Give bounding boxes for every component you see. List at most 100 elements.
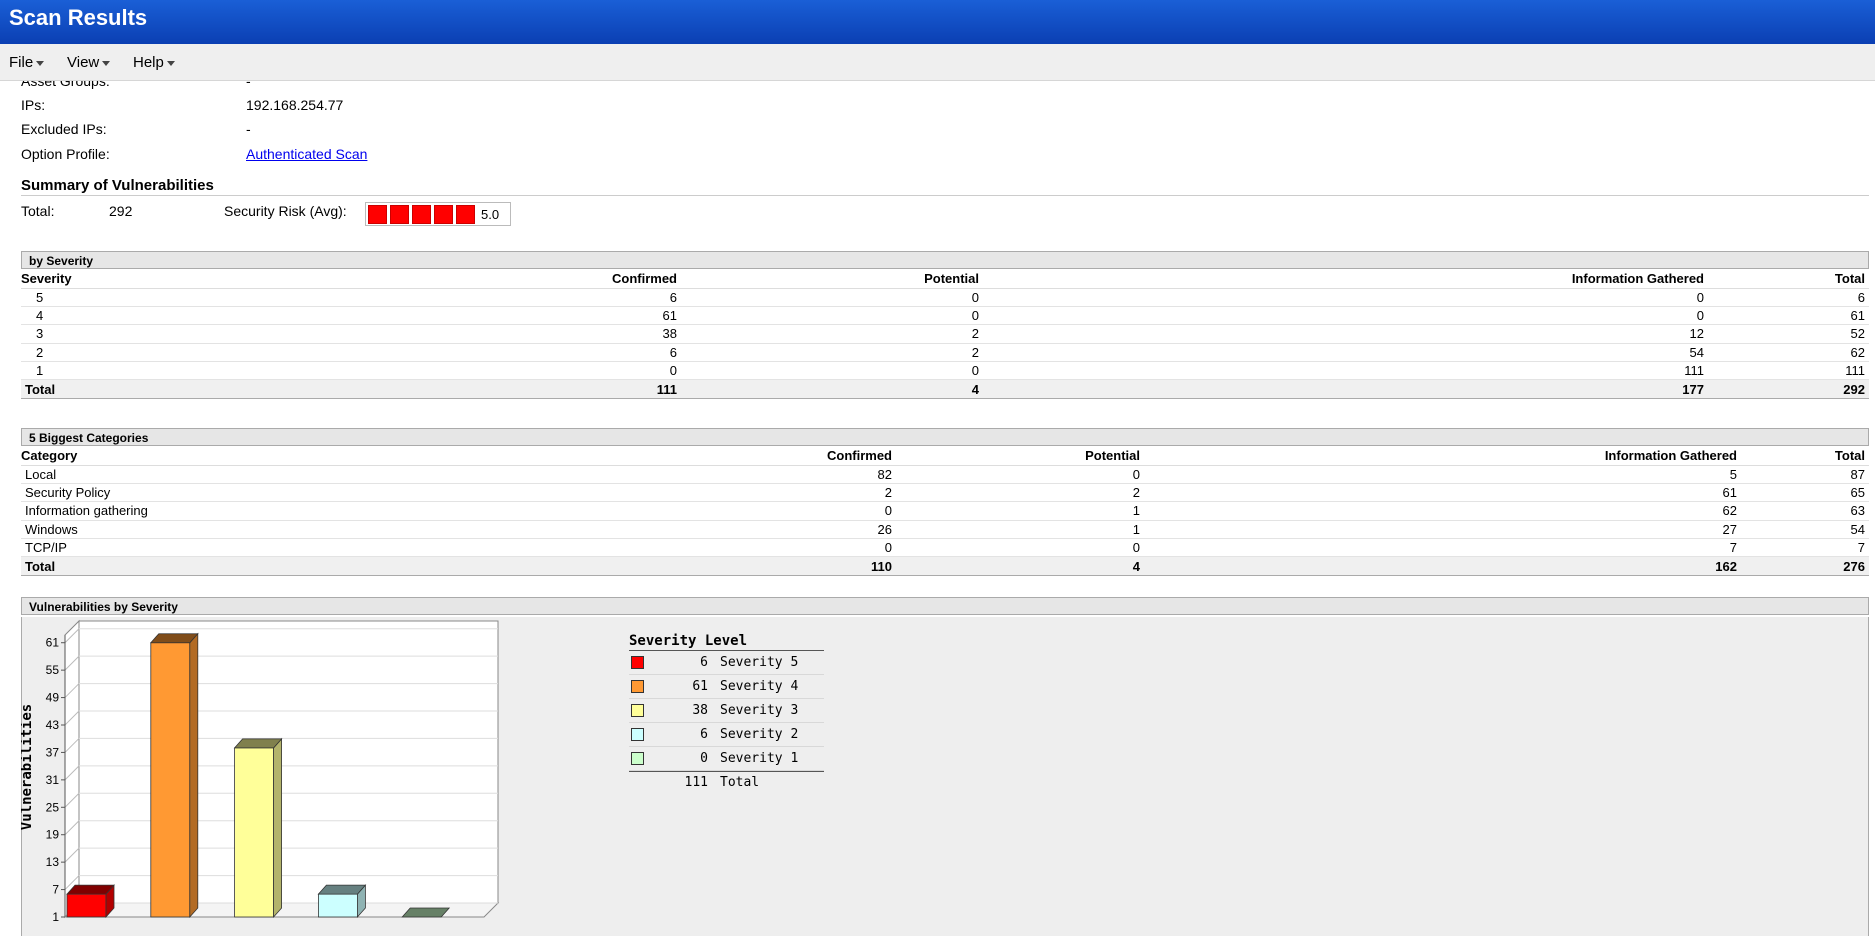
asset-groups-value: - [246, 81, 251, 89]
ips-label: IPs: [21, 97, 46, 113]
table-cell: 0 [983, 306, 1708, 326]
by-severity-table: Severity Confirmed Potential Information Ga… [21, 270, 1869, 399]
risk-segment [368, 205, 387, 224]
legend-title: Severity Level [629, 633, 824, 651]
table-cell: 5 [1144, 465, 1741, 484]
asset-groups-label: Asset Groups: [21, 81, 110, 89]
option-profile-link[interactable]: Authenticated Scan [246, 146, 367, 162]
table-row: 56006 [21, 288, 1869, 307]
column-header: Severity [21, 270, 321, 289]
legend-swatch [631, 680, 644, 693]
column-header: Total [1708, 270, 1869, 289]
table-cell: 7 [1144, 538, 1741, 558]
table-cell: 7 [1741, 538, 1869, 558]
menu-view[interactable]: View [67, 54, 111, 71]
table-cell: 54 [983, 343, 1708, 363]
option-profile-label: Option Profile: [21, 146, 110, 162]
table-cell: 62 [1708, 343, 1869, 363]
y-tick-label: 49 [46, 691, 60, 705]
table-row: 3 38 2 12 52 [21, 324, 1869, 344]
menu-help[interactable]: Help [133, 54, 175, 71]
legend-swatch [631, 728, 644, 741]
legend-count: 6 [700, 727, 708, 742]
legend-label: Severity 3 [720, 703, 799, 718]
table-total-cell: 162 [1144, 556, 1741, 576]
table-total-cell: 111 [321, 379, 681, 399]
categories-table: Category Confirmed Potential Information Ga… [21, 447, 1869, 576]
table-cell: 6 [321, 343, 681, 363]
table-cell: 1 [21, 361, 321, 381]
menu-file[interactable]: File [9, 54, 45, 71]
legend-item: 38 Severity 3 [629, 699, 824, 723]
table-row: Local 82 0 5 87 [21, 465, 1869, 484]
risk-segment [390, 205, 409, 224]
table-total-cell: 4 [896, 556, 1144, 576]
table-cell: 2 [521, 483, 896, 503]
table-cell: 12 [983, 324, 1708, 344]
table-total-cell: Total [21, 379, 321, 399]
risk-segment [412, 205, 431, 224]
ips-value: 192.168.254.77 [246, 97, 344, 113]
table-total-cell: 110 [521, 556, 896, 576]
column-header: Confirmed [321, 270, 681, 289]
vuln-chart-header: Vulnerabilities by Severity [21, 597, 1869, 615]
window-title: Scan Results [9, 5, 148, 30]
table-cell: 0 [681, 288, 983, 307]
table-cell: Windows [21, 520, 521, 540]
table-cell: 5 [21, 288, 321, 307]
table-total-cell: Total [21, 556, 521, 576]
table-cell: 38 [321, 324, 681, 344]
bar [317, 893, 358, 918]
bar-top [401, 907, 451, 918]
legend-swatch [631, 656, 644, 669]
y-tick-label: 25 [46, 800, 60, 814]
bar [66, 893, 107, 918]
bar [150, 642, 191, 918]
table-cell: 3 [21, 324, 321, 344]
report-content[interactable]: Asset Groups: - IPs: 192.168.254.77 Excl… [0, 81, 1875, 936]
bar-side [273, 737, 283, 919]
y-tick-label: 31 [46, 773, 60, 787]
table-row: 1 0 0 111 111 [21, 361, 1869, 381]
y-tick-label: 61 [46, 636, 60, 650]
table-cell: 62 [1144, 501, 1741, 521]
table-total-row: Total 110 4 162 276 [21, 556, 1869, 576]
legend-label: Severity 5 [720, 655, 799, 670]
table-total-cell: 177 [983, 379, 1708, 399]
legend-count: 61 [692, 679, 708, 694]
table-cell: 0 [521, 501, 896, 521]
table-cell: 65 [1741, 483, 1869, 503]
table-cell: Information gathering [21, 501, 521, 521]
column-header: Category [21, 447, 521, 466]
table-cell: 1 [896, 520, 1144, 540]
legend-label: Severity 1 [720, 751, 799, 766]
bar-top [233, 738, 283, 749]
table-cell: 2 [681, 324, 983, 344]
table-cell: 0 [896, 465, 1144, 484]
table-row: Windows 26 1 27 54 [21, 520, 1869, 540]
chevron-down-icon [36, 60, 45, 66]
table-cell: 0 [321, 361, 681, 381]
table-row: 2 6 2 54 62 [21, 343, 1869, 363]
table-cell: Local [21, 465, 521, 484]
table-cell: 27 [1144, 520, 1741, 540]
bar-side [189, 632, 199, 919]
table-cell: 87 [1741, 465, 1869, 484]
table-cell: 61 [1708, 306, 1869, 326]
legend-count: 38 [692, 703, 708, 718]
table-row: TCP/IP 0 0 7 7 [21, 538, 1869, 558]
excluded-ips-label: Excluded IPs: [21, 121, 107, 137]
column-header: Information Gathered [983, 270, 1708, 289]
table-cell: 0 [983, 288, 1708, 307]
y-tick-label: 13 [46, 855, 60, 869]
summary-total-value: 292 [109, 203, 133, 219]
y-tick-label: 1 [52, 910, 59, 924]
table-cell: 2 [896, 483, 1144, 503]
table-row: Information gathering 0 1 62 63 [21, 501, 1869, 521]
table-cell: 63 [1741, 501, 1869, 521]
legend-total-count: 111 [684, 775, 708, 790]
summary-divider [21, 195, 1869, 196]
legend-item: 0 Severity 1 [629, 747, 824, 771]
y-tick-label: 19 [46, 828, 60, 842]
table-total-cell: 276 [1741, 556, 1869, 576]
